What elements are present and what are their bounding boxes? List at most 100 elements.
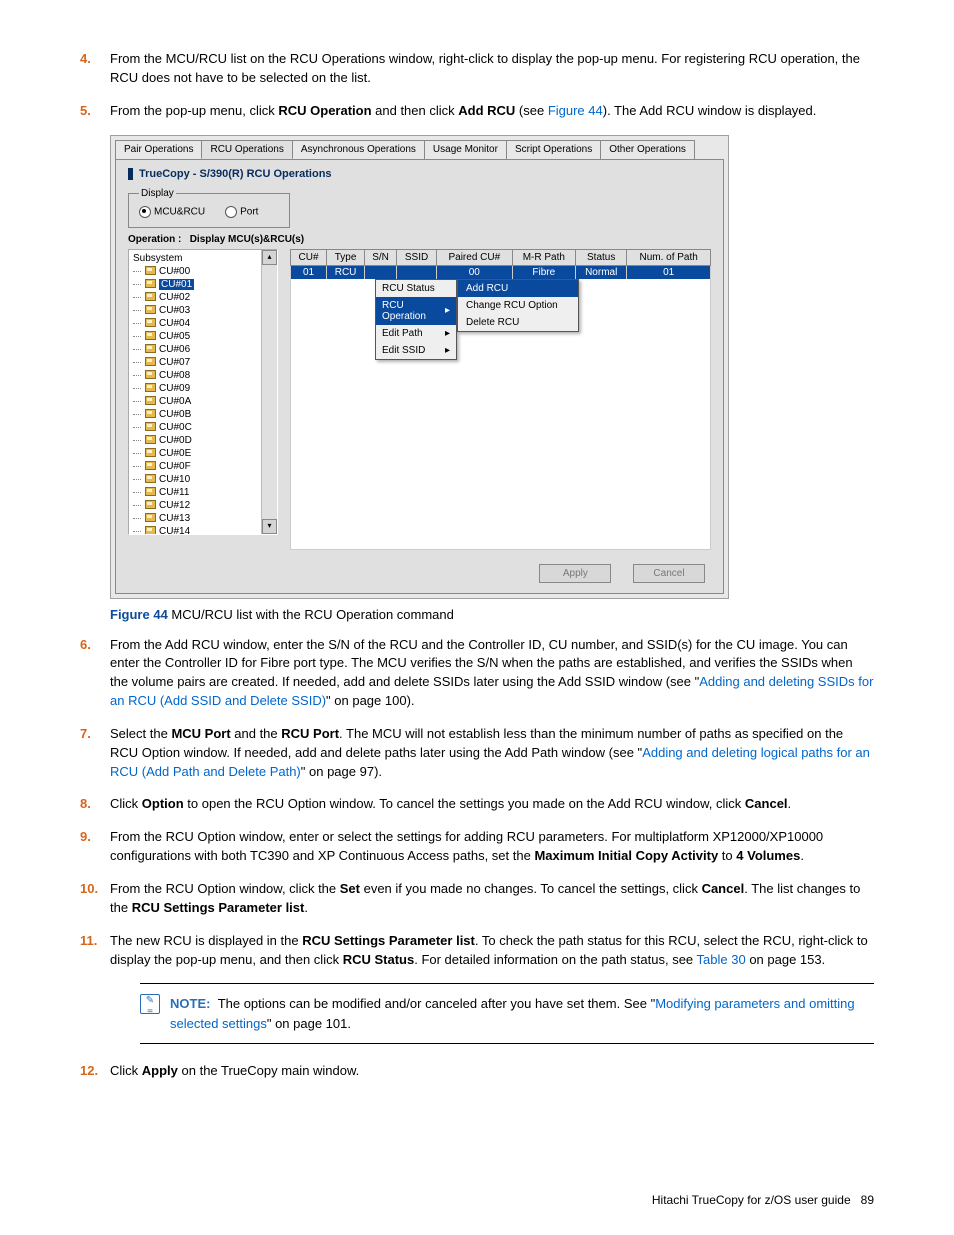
tree-item-label: CU#04 (159, 318, 190, 329)
tree-item[interactable]: CU#10 (129, 473, 277, 486)
tab-pair-operations[interactable]: Pair Operations (115, 140, 202, 159)
tree-item[interactable]: CU#0A (129, 395, 277, 408)
text: Apply (142, 1063, 178, 1078)
folder-icon (145, 435, 156, 444)
col-sn[interactable]: S/N (365, 249, 397, 265)
tree-item[interactable]: CU#0C (129, 421, 277, 434)
tab-usage-monitor[interactable]: Usage Monitor (424, 140, 507, 159)
text: (see (515, 103, 548, 118)
folder-icon (145, 292, 156, 301)
tree-item[interactable]: CU#07 (129, 356, 277, 369)
cell (396, 265, 436, 279)
folder-icon (145, 513, 156, 522)
cancel-button[interactable]: Cancel (633, 564, 705, 583)
col-type[interactable]: Type (327, 249, 365, 265)
tab-rcu-operations[interactable]: RCU Operations (201, 140, 292, 159)
folder-icon (145, 487, 156, 496)
folder-icon (145, 448, 156, 457)
chevron-right-icon: ▸ (445, 305, 450, 316)
menu-edit-path[interactable]: Edit Path▸ (376, 325, 456, 342)
tree-item-label: CU#01 (159, 279, 194, 290)
tree-item[interactable]: CU#11 (129, 486, 277, 499)
tree-item-label: CU#0C (159, 422, 192, 433)
tree-item-label: CU#11 (159, 487, 189, 498)
col-pairedcu[interactable]: Paired CU# (437, 249, 512, 265)
menu-rcu-operation[interactable]: RCU Operation▸ (376, 297, 456, 325)
tree-item[interactable]: CU#0E (129, 447, 277, 460)
text: Add RCU (458, 103, 515, 118)
col-mrpath[interactable]: M-R Path (512, 249, 576, 265)
tree-item[interactable]: CU#00 (129, 265, 277, 278)
ordered-steps-list-2: From the Add RCU window, enter the S/N o… (80, 636, 874, 1082)
folder-icon (145, 331, 156, 340)
text: The options can be modified and/or cance… (218, 996, 656, 1011)
col-cu[interactable]: CU# (291, 249, 327, 265)
folder-icon (145, 318, 156, 327)
tree-item[interactable]: CU#0F (129, 460, 277, 473)
radio-mcurcu[interactable]: MCU&RCU (139, 206, 205, 218)
context-menu[interactable]: RCU Status RCU Operation▸ Edit Path▸ Edi… (375, 279, 457, 360)
context-submenu[interactable]: Add RCU Change RCU Option Delete RCU (457, 279, 579, 332)
cell (365, 265, 397, 279)
text: MCU Port (171, 726, 230, 741)
tree-item[interactable]: CU#12 (129, 499, 277, 512)
text: to open the RCU Option window. To cancel… (184, 796, 745, 811)
tree-item[interactable]: CU#05 (129, 330, 277, 343)
tree-item[interactable]: CU#0B (129, 408, 277, 421)
fieldset-legend: Display (139, 188, 176, 199)
step-5: From the pop-up menu, click RCU Operatio… (80, 102, 874, 121)
folder-icon (145, 396, 156, 405)
tree-item-label: CU#07 (159, 357, 190, 368)
tree-item-label: CU#00 (159, 266, 190, 277)
text: RCU Settings Parameter list (302, 933, 475, 948)
cell: 01 (291, 265, 327, 279)
tree-item-label: CU#0A (159, 396, 191, 407)
rcu-table-area: CU# Type S/N SSID Paired CU# M-R Path St… (290, 249, 711, 550)
col-status[interactable]: Status (576, 249, 627, 265)
step-8: Click Option to open the RCU Option wind… (80, 795, 874, 814)
tree-item[interactable]: CU#03 (129, 304, 277, 317)
subsystem-tree[interactable]: Subsystem CU#00CU#01CU#02CU#03CU#04CU#05… (128, 249, 278, 535)
tab-async-operations[interactable]: Asynchronous Operations (292, 140, 425, 159)
menu-edit-ssid[interactable]: Edit SSID▸ (376, 342, 456, 359)
scroll-up-icon[interactable]: ▴ (262, 250, 277, 265)
tree-item-label: CU#05 (159, 331, 190, 342)
tree-item[interactable]: CU#0D (129, 434, 277, 447)
rcu-table[interactable]: CU# Type S/N SSID Paired CU# M-R Path St… (290, 249, 711, 279)
cell: Fibre (512, 265, 576, 279)
tree-item[interactable]: CU#01 (129, 278, 277, 291)
scrollbar[interactable]: ▴ ▾ (261, 250, 277, 534)
text: and then click (372, 103, 459, 118)
col-numpath[interactable]: Num. of Path (627, 249, 711, 265)
scroll-down-icon[interactable]: ▾ (262, 519, 277, 534)
tree-item[interactable]: CU#13 (129, 512, 277, 525)
tree-item[interactable]: CU#09 (129, 382, 277, 395)
radio-port[interactable]: Port (225, 206, 258, 218)
menu-rcu-status[interactable]: RCU Status (376, 280, 456, 297)
tree-item-label: CU#14 (159, 526, 190, 535)
tree-item[interactable]: CU#02 (129, 291, 277, 304)
tree-item-label: CU#02 (159, 292, 190, 303)
text: on the TrueCopy main window. (178, 1063, 359, 1078)
folder-icon (145, 500, 156, 509)
link-table-30[interactable]: Table 30 (697, 952, 746, 967)
step-11: The new RCU is displayed in the RCU Sett… (80, 932, 874, 1045)
figure-44-link[interactable]: Figure 44 (548, 103, 603, 118)
apply-button[interactable]: Apply (539, 564, 611, 583)
tree-item[interactable]: CU#14 (129, 525, 277, 535)
tree-item-label: CU#0B (159, 409, 191, 420)
submenu-delete-rcu[interactable]: Delete RCU (458, 314, 578, 331)
folder-icon (145, 383, 156, 392)
text: . For detailed information on the path s… (414, 952, 696, 967)
tree-item[interactable]: CU#08 (129, 369, 277, 382)
table-row[interactable]: 01 RCU 00 Fibre Normal 01 (291, 265, 711, 279)
tab-other-operations[interactable]: Other Operations (600, 140, 695, 159)
col-ssid[interactable]: SSID (396, 249, 436, 265)
tree-item[interactable]: CU#06 (129, 343, 277, 356)
tab-script-operations[interactable]: Script Operations (506, 140, 601, 159)
submenu-add-rcu[interactable]: Add RCU (458, 280, 578, 297)
tree-item-label: CU#13 (159, 513, 190, 524)
tree-item[interactable]: CU#04 (129, 317, 277, 330)
footer-title: Hitachi TrueCopy for z/OS user guide (652, 1193, 851, 1207)
submenu-change-rcu-option[interactable]: Change RCU Option (458, 297, 578, 314)
